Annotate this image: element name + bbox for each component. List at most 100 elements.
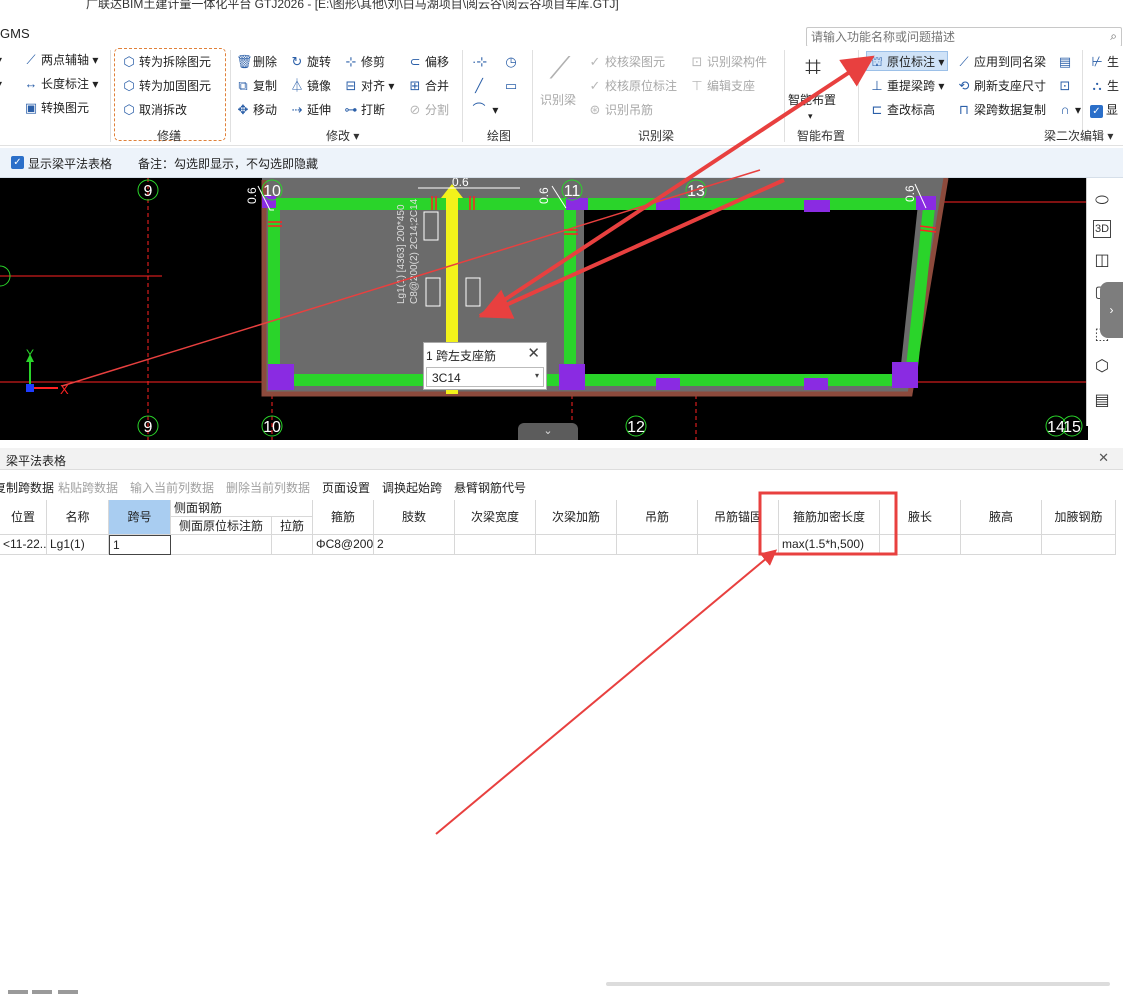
cell-haunch-rebar[interactable] xyxy=(1042,535,1116,555)
rotate-button[interactable]: ↻ 旋转 xyxy=(290,52,331,72)
view-report-icon[interactable]: ▤ xyxy=(1091,390,1113,412)
smart-layout-dropdown[interactable]: ▾ xyxy=(808,106,813,126)
mirror-button[interactable]: ⏃ 镜像 xyxy=(290,76,331,96)
extra-tool-2-icon[interactable]: ⊡ xyxy=(1058,76,1075,96)
identify-beam-button[interactable]: 识别梁 xyxy=(540,90,576,110)
display-checkbox[interactable]: ✓ 显 xyxy=(1090,100,1118,120)
copy-button[interactable]: ⧉ 复制 xyxy=(236,76,277,96)
header-position[interactable]: 位置 xyxy=(0,500,47,535)
extra-tool-3-icon[interactable]: ∩ ▾ xyxy=(1058,100,1081,120)
chevron-down-icon[interactable]: ▾ xyxy=(535,371,539,380)
swap-start-span-button[interactable]: 调换起始跨 xyxy=(382,479,442,496)
align-button[interactable]: ⊟ 对齐 ▾ xyxy=(344,76,395,96)
cell-densify-length[interactable]: max(1.5*h,500) xyxy=(779,535,880,555)
span-data-copy-button[interactable]: ⊓ 梁跨数据复制 xyxy=(957,100,1046,120)
trim-button[interactable]: ⊹ 修剪 xyxy=(344,52,385,72)
function-search[interactable]: ⌕ xyxy=(806,27,1122,47)
edit-support-button[interactable]: ⊤ 编辑支座 xyxy=(690,76,755,96)
header-side-in-situ[interactable]: 侧面原位标注筋 xyxy=(171,517,272,535)
check-elevation-button[interactable]: ⊏ 查改标高 xyxy=(870,100,935,120)
draw-arc-button[interactable]: ⌒ ▾ xyxy=(472,100,498,120)
apply-same-name-beam-button[interactable]: ⟋ 应用到同名梁 xyxy=(957,52,1046,72)
delete-button[interactable]: 🗑删除 xyxy=(236,52,277,72)
close-icon[interactable]: ✕ xyxy=(527,344,540,362)
left-support-rebar-popup[interactable]: 1 跨左支座筋 ✕ 3C14 ▾ xyxy=(423,342,547,390)
side-panel-toggle[interactable]: › xyxy=(1100,282,1123,338)
header-hanger-anchor[interactable]: 吊筋锚固 xyxy=(698,500,779,535)
header-secondary-width[interactable]: 次梁宽度 xyxy=(455,500,536,535)
cell-haunch-height[interactable] xyxy=(961,535,1042,555)
view-cube-icon[interactable]: ◫ xyxy=(1091,250,1113,272)
draw-line-button[interactable]: ╱ xyxy=(472,76,489,96)
cancel-renovation-button[interactable]: ⬡ 取消拆改 xyxy=(122,100,187,120)
refresh-support-size-button[interactable]: ⟲ 刷新支座尺寸 xyxy=(957,76,1046,96)
identify-beam-big-icon[interactable]: ⟋ xyxy=(540,52,580,92)
header-name[interactable]: 名称 xyxy=(47,500,109,535)
header-haunch-length[interactable]: 腋长 xyxy=(880,500,961,535)
header-haunch-height[interactable]: 腋高 xyxy=(961,500,1042,535)
convert-to-reinforce-button[interactable]: ⬡ 转为加固图元 xyxy=(122,76,211,96)
cell-position[interactable]: <11-22... xyxy=(0,535,47,555)
header-legs[interactable]: 肢数 xyxy=(374,500,455,535)
generate-button-1[interactable]: ⊬ 生 xyxy=(1090,52,1119,72)
cell-hanger-anchor[interactable] xyxy=(698,535,779,555)
cell-hanger[interactable] xyxy=(617,535,698,555)
ribbon-dropdown-cut-2[interactable]: ▾ xyxy=(0,74,2,94)
break-button[interactable]: ⊶ 打断 xyxy=(344,100,386,120)
re-extract-span-button[interactable]: ⊥ 重提梁跨 ▾ xyxy=(870,76,944,96)
horizontal-scrollbar[interactable] xyxy=(606,982,1110,986)
view-ellipse-icon[interactable]: ⬭ xyxy=(1091,190,1113,212)
app-menu-label[interactable]: GMS xyxy=(0,26,30,41)
cantilever-rebar-code-button[interactable]: 悬臂钢筋代号 xyxy=(454,479,526,496)
page-settings-button[interactable]: 页面设置 xyxy=(322,479,370,496)
delete-column-data-button[interactable]: 删除当前列数据 xyxy=(226,479,310,496)
check-in-situ-annotation-button[interactable]: ✓ 校核原位标注 xyxy=(588,76,677,96)
two-point-aux-axis-button[interactable]: ⟋ 两点辅轴 ▾ xyxy=(24,50,98,70)
check-beam-element-button[interactable]: ✓ 校核梁图元 xyxy=(588,52,665,72)
search-icon[interactable]: ⌕ xyxy=(1110,29,1117,44)
input-column-data-button[interactable]: 输入当前列数据 xyxy=(130,479,214,496)
cell-side-in-situ[interactable] xyxy=(171,535,272,555)
view-3d-icon[interactable]: 3D xyxy=(1093,220,1111,238)
offset-button[interactable]: ⊂ 偏移 xyxy=(408,52,449,72)
header-hanger[interactable]: 吊筋 xyxy=(617,500,698,535)
cell-name[interactable]: Lg1(1) xyxy=(47,535,109,555)
extend-button[interactable]: ⇢ 延伸 xyxy=(290,100,331,120)
cell-tie-bar[interactable] xyxy=(272,535,313,555)
move-button[interactable]: ✥ 移动 xyxy=(236,100,277,120)
cell-secondary-width[interactable] xyxy=(455,535,536,555)
length-dimension-button[interactable]: ↔ 长度标注 ▾ xyxy=(24,74,99,94)
draw-point-button[interactable]: ·⊹ xyxy=(472,52,489,72)
merge-button[interactable]: ⊞ 合并 xyxy=(408,76,449,96)
draw-rotate-point-button[interactable]: ◷ xyxy=(504,52,521,72)
convert-to-demolish-button[interactable]: ⬡ 转为拆除图元 xyxy=(122,52,211,72)
popup-value-select[interactable]: 3C14 ▾ xyxy=(426,367,544,387)
copy-span-data-button[interactable]: 复制跨数据 xyxy=(0,479,54,496)
header-haunch-rebar[interactable]: 加腋钢筋 xyxy=(1042,500,1116,535)
function-search-input[interactable] xyxy=(807,28,1097,46)
identify-beam-component-button[interactable]: ⊡ 识别梁构件 xyxy=(690,52,767,72)
close-icon[interactable]: ✕ xyxy=(1098,450,1109,466)
generate-button-2[interactable]: ⛬ 生 xyxy=(1090,76,1119,96)
header-span-no[interactable]: 跨号 xyxy=(109,500,171,535)
cell-stirrup[interactable]: ΦC8@200(2) xyxy=(313,535,374,555)
in-situ-annotation-button[interactable]: ⛫ 原位标注 ▾ xyxy=(866,51,949,71)
cell-span-no[interactable]: 1 xyxy=(109,535,171,555)
draw-rect-button[interactable]: ▭ xyxy=(504,76,521,96)
paste-span-data-button[interactable]: 粘贴跨数据 xyxy=(58,479,118,496)
canvas-collapse-tab[interactable]: ⌄ xyxy=(518,423,578,440)
cell-secondary-rebar[interactable] xyxy=(536,535,617,555)
smart-layout-icon[interactable]: ⌗ xyxy=(795,50,831,84)
identify-hanger-button[interactable]: ⊛ 识别吊筋 xyxy=(588,100,653,120)
header-secondary-rebar[interactable]: 次梁加筋 xyxy=(536,500,617,535)
split-button[interactable]: ⊘ 分割 xyxy=(408,100,449,120)
header-tie-bar[interactable]: 拉筋 xyxy=(272,517,313,535)
drawing-canvas[interactable]: Lg1(1) [4363] 200*450 C8@200(2) 2C14;2C1… xyxy=(0,178,1088,440)
extra-tool-1-icon[interactable]: ▤ xyxy=(1058,52,1075,72)
cell-legs[interactable]: 2 xyxy=(374,535,455,555)
bottom-tabs[interactable] xyxy=(0,990,90,996)
header-side-rebar[interactable]: 侧面钢筋 xyxy=(171,500,313,517)
cell-haunch-length[interactable] xyxy=(880,535,961,555)
convert-element-button[interactable]: ▣ 转换图元 xyxy=(24,98,89,118)
show-table-label[interactable]: 显示梁平法表格 xyxy=(28,155,112,172)
